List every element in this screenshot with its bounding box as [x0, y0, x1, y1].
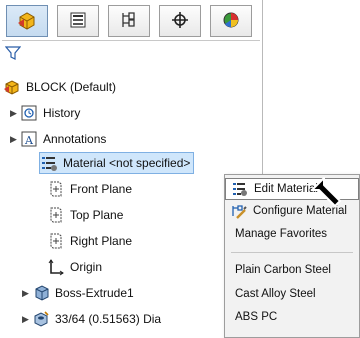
- property-manager-icon: [68, 10, 88, 33]
- tab-feature-manager[interactable]: [6, 5, 48, 37]
- tree-item-material[interactable]: Material <not specified>: [39, 152, 195, 174]
- tree-item-label: Right Plane: [70, 234, 133, 248]
- pointer-arrow-icon: [310, 176, 346, 212]
- dimxpert-icon: [170, 10, 190, 33]
- feature-tree-icon: [16, 9, 38, 34]
- configuration-icon: [119, 10, 139, 33]
- tree-item-top-plane[interactable]: Top Plane: [47, 204, 123, 226]
- history-icon: [20, 104, 38, 122]
- tree-item-origin[interactable]: Origin: [47, 256, 102, 278]
- tree-item-label: Front Plane: [70, 182, 133, 196]
- plane-icon: [47, 232, 65, 250]
- configure-material-icon: [229, 202, 249, 220]
- menu-item-label: Cast Alloy Steel: [235, 288, 316, 300]
- tree-item-history[interactable]: ▶ History: [10, 102, 80, 124]
- expand-arrow-icon[interactable]: ▶: [10, 108, 20, 119]
- tree-item-label: 33/64 (0.51563) Dia: [55, 312, 162, 326]
- menu-item-label: Edit Material: [254, 183, 318, 195]
- tree-root-block[interactable]: BLOCK (Default): [3, 76, 116, 98]
- tree-item-annotations[interactable]: ▶ A Annotations: [10, 128, 106, 150]
- tree-root-label: BLOCK (Default): [26, 80, 117, 94]
- tab-display-manager[interactable]: [210, 5, 252, 37]
- origin-icon: [47, 258, 65, 276]
- menu-item-manage-favorites[interactable]: Manage Favorites: [225, 223, 359, 245]
- menu-item-label: ABS PC: [235, 311, 278, 323]
- menu-separator: [231, 252, 353, 253]
- tree-item-boss-extrude[interactable]: ▶ Boss-Extrude1: [22, 282, 134, 304]
- tab-property-manager[interactable]: [57, 5, 99, 37]
- tree-item-label: Annotations: [43, 132, 107, 146]
- tree-item-front-plane[interactable]: Front Plane: [47, 178, 132, 200]
- menu-item-label: Plain Carbon Steel: [235, 264, 331, 276]
- expand-arrow-icon[interactable]: ▶: [22, 288, 32, 299]
- tab-configuration-manager[interactable]: [108, 5, 150, 37]
- tab-dimxpert-manager[interactable]: [159, 5, 201, 37]
- manager-tab-bar: [2, 2, 260, 41]
- menu-item-favorite-material[interactable]: ABS PC: [225, 306, 359, 328]
- menu-item-label: Manage Favorites: [235, 228, 328, 240]
- tree-item-label: Material <not specified>: [63, 156, 191, 170]
- tree-item-label: Boss-Extrude1: [55, 286, 134, 300]
- extrude-icon: [32, 284, 50, 302]
- svg-text:A: A: [24, 134, 34, 147]
- part-icon: [3, 78, 21, 96]
- expand-arrow-icon[interactable]: ▶: [22, 314, 32, 325]
- plane-icon: [47, 206, 65, 224]
- tree-item-hole[interactable]: ▶ 33/64 (0.51563) Dia: [22, 308, 161, 330]
- tree-item-right-plane[interactable]: Right Plane: [47, 230, 132, 252]
- tree-item-label: Origin: [70, 260, 103, 274]
- menu-item-favorite-material[interactable]: Cast Alloy Steel: [225, 283, 359, 305]
- annotations-icon: A: [20, 130, 38, 148]
- filter-icon[interactable]: [4, 46, 22, 60]
- display-pie-icon: [221, 10, 241, 33]
- plane-icon: [47, 180, 65, 198]
- menu-item-favorite-material[interactable]: Plain Carbon Steel: [225, 259, 359, 281]
- expand-arrow-icon[interactable]: ▶: [10, 134, 20, 145]
- material-icon: [40, 154, 58, 172]
- hole-wizard-icon: [32, 310, 50, 328]
- tree-item-label: History: [43, 106, 81, 120]
- edit-material-icon: [230, 180, 250, 198]
- tree-item-label: Top Plane: [70, 208, 124, 222]
